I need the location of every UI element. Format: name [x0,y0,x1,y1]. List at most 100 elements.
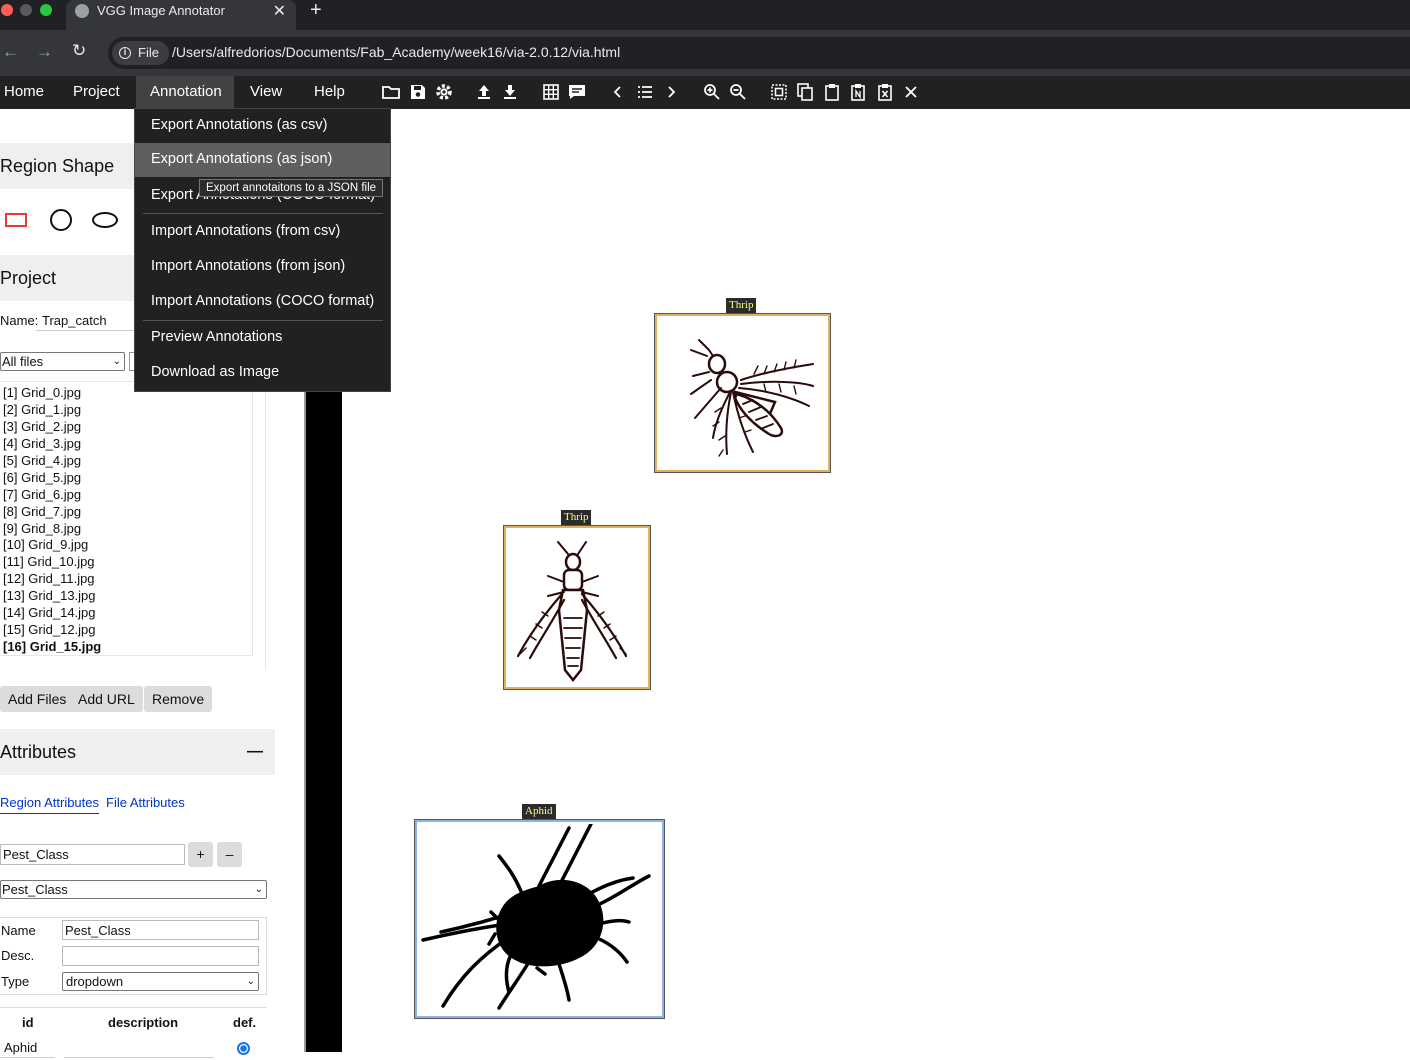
add-url-button[interactable]: Add URL [70,686,143,712]
settings-icon[interactable] [434,82,454,102]
upload-icon[interactable] [474,82,494,102]
menu-item-export-json[interactable]: Export Annotations (as json) [135,143,390,177]
circle-shape-icon[interactable] [50,209,72,231]
copy-icon[interactable] [795,82,815,102]
comment-icon[interactable] [567,82,587,102]
tab-title: VGG Image Annotator [97,3,225,18]
attribute-select[interactable]: Pest_Class ⌄ [0,880,267,899]
list-icon[interactable] [635,82,655,102]
remove-file-button[interactable]: Remove [144,686,213,712]
download-icon[interactable] [500,82,520,102]
list-item[interactable]: [14] Grid_14.jpg [3,605,96,620]
tab-file-attributes[interactable]: File Attributes [106,795,185,810]
select-all-icon[interactable] [769,82,789,102]
list-item[interactable]: [7] Grid_6.jpg [3,487,81,502]
list-item-current[interactable]: [16] Grid_15.jpg [3,639,101,654]
maximize-window-button[interactable] [40,4,52,16]
list-item[interactable]: [12] Grid_11.jpg [3,571,95,586]
add-attribute-button[interactable]: + [188,842,213,867]
menu-item-import-json[interactable]: Import Annotations (from json) [135,250,390,284]
list-item[interactable]: [11] Grid_10.jpg [3,554,95,569]
next-icon[interactable] [661,82,681,102]
add-files-button[interactable]: Add Files [0,686,75,712]
menu-item-preview[interactable]: Preview Annotations [135,321,390,355]
nav-annotation[interactable]: Annotation [136,76,234,109]
zoom-in-icon[interactable] [702,82,722,102]
new-tab-button[interactable]: + [310,0,322,22]
save-icon[interactable] [408,82,428,102]
list-item[interactable]: [6] Grid_5.jpg [3,470,81,485]
forward-arrow-icon[interactable]: → [36,42,53,62]
file-chip-label: File [138,45,159,60]
folder-open-icon[interactable] [381,82,401,102]
nav-project[interactable]: Project [59,76,134,109]
list-item[interactable]: [8] Grid_7.jpg [3,504,81,519]
aphid-image [421,824,651,1010]
table-header-id: id [22,1015,34,1030]
option-desc-input[interactable] [64,1057,214,1058]
file-filter-select[interactable]: All files ⌄ [0,352,125,371]
paste-n-icon[interactable] [848,82,868,102]
list-item[interactable]: [13] Grid_13.jpg [3,588,96,603]
region-box-aphid[interactable] [414,819,665,1019]
minimize-window-button[interactable] [20,4,32,16]
option-id-input[interactable]: Aphid [4,1040,37,1055]
project-name-input[interactable]: Trap_catch [42,313,107,328]
zoom-out-icon[interactable] [728,82,748,102]
reload-icon[interactable]: ↻ [72,41,86,61]
menu-item-download-image[interactable]: Download as Image [135,356,390,390]
list-item[interactable]: [2] Grid_1.jpg [3,402,81,417]
thrip-image [690,339,814,457]
list-item[interactable]: [10] Grid_9.jpg [3,537,88,552]
region-label: Aphid [522,804,556,819]
tooltip: Export annotaitons to a JSON file [199,179,384,197]
table-header-description: description [108,1015,179,1030]
nav-view[interactable]: View [236,76,296,109]
back-arrow-icon[interactable]: ← [2,42,19,62]
list-item[interactable]: [1] Grid_0.jpg [3,385,81,400]
list-item[interactable]: [9] Grid_8.jpg [3,521,81,536]
site-info-chip[interactable]: i File [112,41,169,65]
menu-item-export-csv[interactable]: Export Annotations (as csv) [135,109,390,143]
browser-tab[interactable]: VGG Image Annotator ✕ [66,0,296,30]
tab-region-attributes[interactable]: Region Attributes [0,795,100,814]
close-window-button[interactable] [1,4,13,16]
list-item[interactable]: [15] Grid_12.jpg [3,622,96,637]
attribute-select-value: Pest_Class [2,882,68,897]
region-label: Thrip [726,298,757,313]
attribute-type-select[interactable]: dropdown ⌄ [62,972,259,991]
tab-close-icon[interactable]: ✕ [273,1,286,21]
close-icon[interactable] [901,82,921,102]
region-box-thrip-2[interactable] [503,525,651,690]
default-radio[interactable] [237,1042,250,1055]
rectangle-shape-icon[interactable] [5,213,27,227]
region-box-thrip-1[interactable] [654,313,831,473]
chevron-down-icon: ⌄ [254,884,263,895]
nav-home[interactable]: Home [0,76,58,109]
grid-icon[interactable] [541,82,561,102]
url-text: /Users/alfredorios/Documents/Fab_Academy… [172,44,621,60]
new-attribute-input[interactable]: Pest_Class [0,844,185,865]
delete-attribute-button[interactable]: – [217,842,242,867]
list-item[interactable]: [4] Grid_3.jpg [3,436,81,451]
list-item[interactable]: [3] Grid_2.jpg [3,419,81,434]
region-label: Thrip [561,510,592,525]
project-name-label: Name: [0,313,39,328]
attribute-name-label: Name [1,923,36,938]
url-field[interactable]: i File /Users/alfredorios/Documents/Fab_… [108,37,1410,69]
collapse-icon[interactable]: — [247,729,263,775]
panel-divider [265,381,266,669]
list-item[interactable]: [5] Grid_4.jpg [3,453,81,468]
attribute-desc-input[interactable] [62,946,259,966]
menu-item-import-coco[interactable]: Import Annotations (COCO format) [135,285,390,319]
delete-region-icon[interactable] [875,82,895,102]
nav-help[interactable]: Help [300,76,359,109]
prev-icon[interactable] [608,82,628,102]
attribute-name-input[interactable]: Pest_Class [62,920,259,940]
menu-item-import-csv[interactable]: Import Annotations (from csv) [135,215,390,249]
paste-icon[interactable] [822,82,842,102]
attributes-header[interactable]: Attributes — [0,729,275,775]
file-list[interactable]: [1] Grid_0.jpg [2] Grid_1.jpg [3] Grid_2… [0,381,253,656]
ellipse-shape-icon[interactable] [92,212,118,228]
region-shape-title: Region Shape [0,156,115,176]
